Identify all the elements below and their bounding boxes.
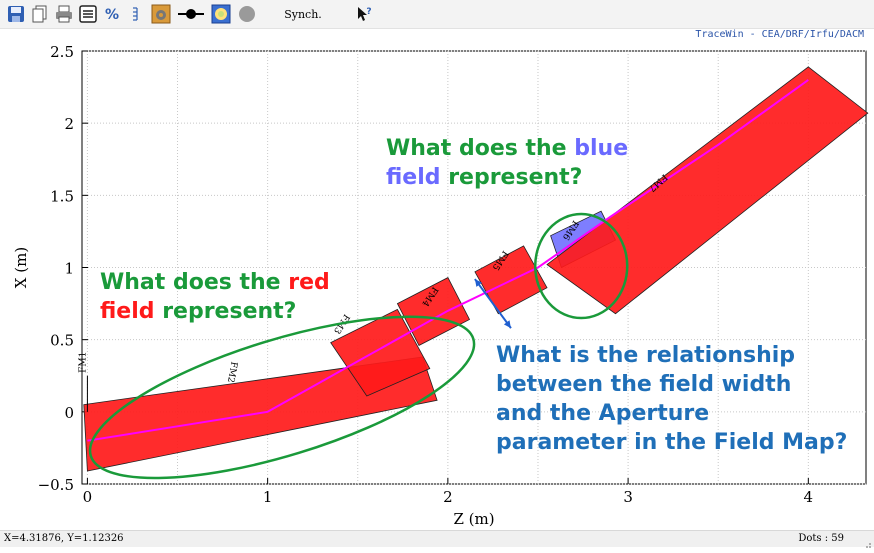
y-tick-label: 0.5 — [50, 332, 74, 350]
x-tick-label: 3 — [623, 488, 633, 506]
x-tick-label: 1 — [263, 488, 273, 506]
note-highlight: field — [100, 299, 155, 324]
note-line: parameter in the Field Map? — [496, 430, 848, 455]
note-line: What is the relationship — [496, 343, 796, 368]
relationship-question: What is the relationship between the fie… — [496, 341, 847, 457]
x-tick-label: 4 — [804, 488, 814, 506]
note-highlight: blue — [574, 136, 629, 161]
note-line: and the Aperture — [496, 401, 710, 426]
note-text: represent? — [154, 299, 297, 324]
cursor-coordinates: X=4.31876, Y=1.12326 — [4, 533, 124, 544]
y-tick-label: 1 — [64, 260, 74, 278]
note-line: between the field width — [496, 372, 792, 397]
y-tick-label: 0 — [64, 404, 74, 422]
x-tick-label: 2 — [443, 488, 453, 506]
dots-count: Dots : 59 — [798, 533, 844, 544]
x-tick-label: 0 — [83, 488, 93, 506]
note-text: What does the — [386, 136, 575, 161]
note-text: What does the — [100, 270, 289, 295]
y-tick-label: 2.5 — [50, 43, 74, 61]
y-tick-label: 1.5 — [50, 187, 74, 205]
y-axis-label: X (m) — [12, 247, 30, 288]
resize-grip-icon[interactable] — [862, 534, 872, 548]
fm1-label: FM1 — [78, 352, 88, 373]
status-bar: X=4.31876, Y=1.12326 Dots : 59 — [0, 530, 874, 548]
y-tick-label: 2 — [64, 115, 74, 133]
blue-field-question: What does the blue field represent? — [386, 134, 628, 192]
note-text: represent? — [440, 165, 583, 190]
note-highlight: field — [386, 165, 441, 190]
note-highlight: red — [288, 270, 330, 295]
y-tick-label: −0.5 — [38, 476, 74, 494]
red-field-question: What does the red field represent? — [100, 268, 330, 326]
x-axis-label: Z (m) — [453, 510, 494, 528]
